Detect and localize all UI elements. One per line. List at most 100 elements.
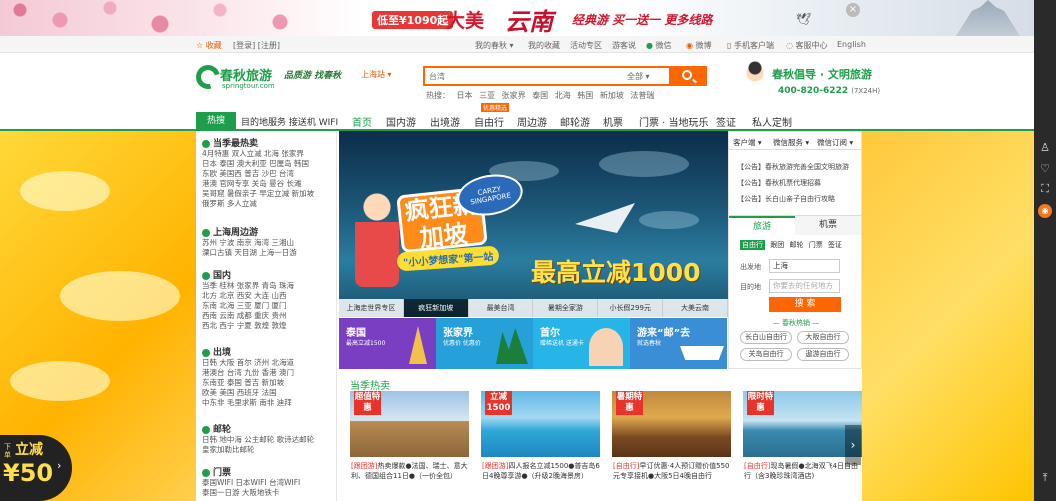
menu-row[interactable]: 港澳台 台湾 九份 香港 澳门: [202, 368, 332, 378]
menu-row[interactable]: 泰国WIFI 日本WIFI 台湾WIFI: [202, 478, 332, 488]
notice-item[interactable]: 【公告】春秋机票代理招募: [737, 178, 821, 188]
activity-link[interactable]: 活动专区: [570, 40, 602, 51]
heart-icon[interactable]: ♡: [1039, 163, 1051, 175]
promo-tile-seoul[interactable]: 首尔 赠稀送机 送通卡: [533, 318, 630, 369]
menu-row[interactable]: 俄罗斯 多人立减: [202, 199, 332, 209]
menu-row[interactable]: 欧美 美国 西班牙 法国: [202, 388, 332, 398]
nav-tickets[interactable]: 门票 · 当地玩乐: [639, 114, 709, 129]
menu-row[interactable]: 东欧 美国西 普吉 沙巴 台湾: [202, 169, 332, 179]
promo-tile-cruise[interactable]: 游来“邮”去 就选春秋: [630, 318, 727, 369]
menu-row[interactable]: 日韩 地中海 公主邮轮 歌诗达邮轮: [202, 435, 332, 445]
forum-link[interactable]: 游客说: [612, 40, 636, 51]
hot-tab[interactable]: 热搜: [196, 112, 236, 131]
product-card[interactable]: 立减1500 [跟团游]四人报名立减1500●普吉岛6日4晚尊享游●（升级2晚海…: [481, 391, 600, 501]
flight-tab[interactable]: 机票: [795, 216, 861, 235]
nav-flights[interactable]: 机票: [603, 114, 623, 129]
hero-tab[interactable]: 小长假299元: [598, 299, 664, 317]
city-selector[interactable]: 上海站 ▾: [361, 69, 392, 80]
menu-row[interactable]: 日韩 大阪 首尔 济州 北海道: [202, 358, 332, 368]
menu-row[interactable]: 吴哥窟 暑假亲子 早定立减 新加坡: [202, 189, 332, 199]
search-input[interactable]: [429, 70, 599, 83]
site-logo[interactable]: 春秋旅游 springtour.com: [191, 60, 276, 97]
search-button[interactable]: [669, 66, 707, 86]
my-trip-menu[interactable]: 我的春秋 ▾: [475, 40, 514, 51]
menu-row[interactable]: 西南 云南 成都 重庆 贵州: [202, 311, 332, 321]
menu-row[interactable]: 港澳 官网专享 关岛 曼谷 长滩: [202, 179, 332, 189]
hot-chip[interactable]: 关岛自由行: [740, 348, 792, 361]
nav-domestic[interactable]: 国内游: [386, 114, 416, 129]
wechat-link[interactable]: ● 微信: [646, 40, 672, 51]
option-cruise[interactable]: 邮轮: [789, 241, 803, 249]
hero-tab[interactable]: 最美台湾: [468, 299, 534, 317]
top-icon[interactable]: ⤒: [1039, 472, 1051, 484]
departure-field[interactable]: 上海: [769, 259, 840, 273]
banner-close-button[interactable]: ×: [846, 3, 860, 17]
menu-row[interactable]: 西北 西宁 宁夏 敦煌 敦煌: [202, 321, 332, 331]
nav-outbound[interactable]: 出境游: [430, 114, 460, 129]
product-card[interactable]: 超值特惠 [跟团游]热卖爆款●法国、瑞士、意大利、德国组合11日●（一价全包）: [350, 391, 469, 501]
tour-tab[interactable]: 旅游: [729, 216, 795, 235]
hero-carousel[interactable]: 疯狂新加坡 CARZY SINGAPORE "小小梦想家"第一站 最高立减100…: [339, 131, 728, 317]
expand-icon[interactable]: ⛶: [1039, 183, 1051, 195]
notice-item[interactable]: 【公告】春秋旅游完善全国文明旅游: [737, 162, 849, 172]
mobile-app-link[interactable]: ▯ 手机客户端: [727, 40, 774, 51]
service-center-link[interactable]: ◌ 客服中心: [786, 40, 828, 51]
notice-item[interactable]: 【公告】长白山亲子自由行攻略: [737, 194, 835, 204]
option-group-tour[interactable]: 跟团: [770, 241, 784, 249]
hot-chip[interactable]: 长白山自由行: [740, 331, 792, 344]
menu-row[interactable]: 东南亚 泰国 普吉 新加坡: [202, 378, 332, 388]
menu-row[interactable]: 皇家加勒比邮轮: [202, 445, 332, 455]
hot-word[interactable]: 三亚: [479, 91, 495, 100]
nav-free-travel[interactable]: 自由行: [474, 114, 504, 129]
hot-word[interactable]: 北海: [555, 91, 571, 100]
menu-row[interactable]: 4月特惠 双人立减 北海 张家界: [202, 149, 332, 159]
client-tab[interactable]: 客户端 ▾: [733, 137, 762, 148]
hot-word[interactable]: 新加坡: [600, 91, 624, 100]
english-link[interactable]: English: [837, 40, 866, 49]
wechat-subscribe-tab[interactable]: 微信订阅 ▾: [817, 137, 853, 148]
user-icon[interactable]: ♙: [1039, 142, 1051, 154]
menu-row[interactable]: 东南 北海 三亚 厦门 厦门: [202, 301, 332, 311]
section-title[interactable]: 出境: [202, 345, 332, 358]
hero-tab-active[interactable]: 疯狂新加坡: [403, 299, 469, 317]
section-title[interactable]: 国内: [202, 268, 332, 281]
section-title[interactable]: 门票: [202, 465, 332, 478]
option-free-travel[interactable]: 自由行: [740, 240, 765, 250]
menu-row[interactable]: 泰国一日游 大阪地铁卡: [202, 488, 332, 498]
option-visa[interactable]: 签证: [828, 241, 842, 249]
hot-chip[interactable]: 大阪自由行: [797, 331, 849, 344]
section-title[interactable]: 上海周边游: [202, 225, 332, 238]
section-title[interactable]: 当季最热卖: [202, 136, 332, 149]
panel-search-button[interactable]: 搜 索: [769, 297, 841, 312]
favorite-link[interactable]: ☆ 收藏: [196, 40, 222, 51]
option-tickets[interactable]: 门票: [809, 241, 823, 249]
hero-tab[interactable]: 暑期全家游: [533, 299, 599, 317]
menu-row[interactable]: 当季 桂林 张家界 青岛 珠海: [202, 281, 332, 291]
nav-home[interactable]: 首页: [352, 114, 372, 129]
login-register-link[interactable]: [登录] [注册]: [233, 40, 280, 51]
carousel-next-button[interactable]: ›: [845, 425, 861, 465]
hot-word[interactable]: 韩国: [577, 91, 593, 100]
destination-field[interactable]: 你要去的任何地方: [769, 279, 840, 293]
nav-visa[interactable]: 签证: [716, 114, 736, 129]
hot-word[interactable]: 张家界: [502, 91, 526, 100]
menu-row[interactable]: 北方 北京 西安 大连 山西: [202, 291, 332, 301]
weibo-icon[interactable]: ◉: [1038, 204, 1052, 218]
menu-row[interactable]: 日本 泰国 澳大利亚 巴厘岛 韩国: [202, 159, 332, 169]
section-title[interactable]: 邮轮: [202, 422, 332, 435]
wechat-service-tab[interactable]: 微信服务 ▾: [773, 137, 809, 148]
my-favorites-link[interactable]: 我的收藏: [528, 40, 560, 51]
hot-word[interactable]: 日本: [457, 91, 473, 100]
nav-cruise[interactable]: 邮轮游: [560, 114, 590, 129]
promo-tile-thailand[interactable]: 泰国 最高立减1500: [339, 318, 436, 369]
search-category-select[interactable]: 全部 ▾: [627, 71, 650, 82]
hot-chip[interactable]: 遨游自由行: [797, 348, 849, 361]
nav-custom[interactable]: 私人定制: [752, 114, 792, 129]
hero-tab[interactable]: 大美云南: [663, 299, 728, 317]
promo-tile-zhangjiajie[interactable]: 张家界 优惠价 优惠价: [436, 318, 533, 369]
menu-row[interactable]: 中东非 毛里求斯 南非 迪拜: [202, 398, 332, 408]
hot-word[interactable]: 泰国: [532, 91, 548, 100]
destination-services-tab[interactable]: 目的地服务 接送机 WIFI: [241, 115, 338, 128]
top-ad-banner[interactable]: 低至¥1090起 大美 云南 经典游 买一送一 更多线路 🕊 ×: [0, 0, 1034, 36]
product-card[interactable]: 暑期特惠 [自由行]早订优惠·4人预订赠价值550元专享接机●大阪5日4晚自由行: [612, 391, 731, 501]
